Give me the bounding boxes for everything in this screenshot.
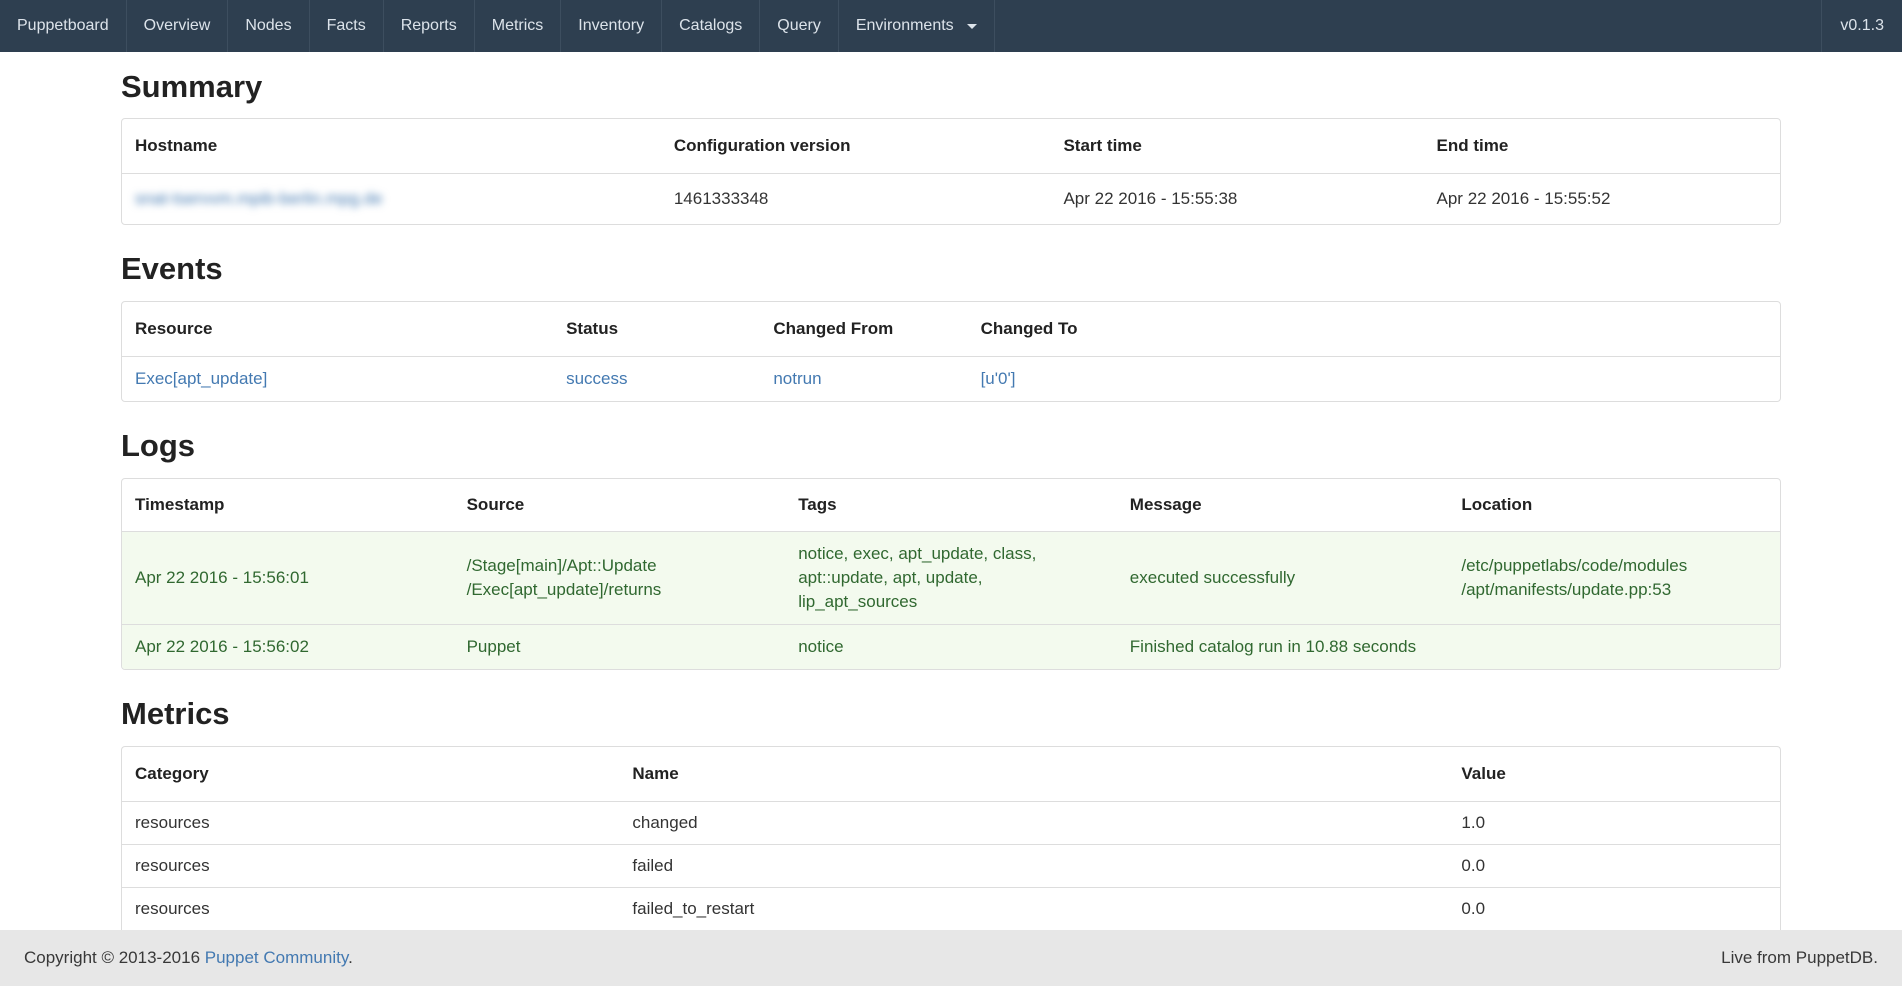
copyright-text: Copyright © 2013-2016: [24, 948, 205, 967]
event-changed-from-link[interactable]: notrun: [773, 369, 821, 388]
events-col-resource: Resource: [122, 302, 553, 357]
summary-col-config-version: Configuration version: [661, 119, 1051, 174]
metric-name: failed: [619, 845, 1448, 888]
log-timestamp: Apr 22 2016 - 15:56:01: [122, 532, 454, 625]
nav-item-environments-dropdown[interactable]: Environments: [839, 0, 995, 52]
event-row: Exec[apt_update] success notrun [u'0']: [122, 357, 1780, 402]
summary-col-end-time: End time: [1424, 119, 1780, 174]
nav-item-query[interactable]: Query: [760, 0, 839, 52]
logs-header-row: Timestamp Source Tags Message Location: [122, 479, 1780, 532]
log-row: Apr 22 2016 - 15:56:01 /Stage[main]/Apt:…: [122, 532, 1780, 625]
metric-category: resources: [122, 888, 619, 931]
logs-table-frame: Timestamp Source Tags Message Location A…: [121, 478, 1781, 670]
page-footer: Copyright © 2013-2016 Puppet Community. …: [0, 930, 1902, 986]
metric-value: 0.0: [1448, 888, 1780, 931]
log-tags: notice, exec, apt_update, class, apt::up…: [785, 532, 1117, 625]
hostname-link-redacted[interactable]: snat-tservvm.mpib-berlin.mpg.de: [135, 189, 383, 208]
metric-value: 1.0: [1448, 802, 1780, 845]
metric-row: resources failed_to_restart 0.0: [122, 888, 1780, 931]
metrics-heading: Metrics: [121, 696, 1781, 732]
logs-heading: Logs: [121, 428, 1781, 464]
log-message: executed successfully: [1117, 532, 1449, 625]
nav-item-overview[interactable]: Overview: [127, 0, 229, 52]
summary-table: Hostname Configuration version Start tim…: [122, 119, 1780, 224]
events-table: Resource Status Changed From Changed To …: [122, 302, 1780, 401]
event-status-link[interactable]: success: [566, 369, 627, 388]
summary-row: snat-tservvm.mpib-berlin.mpg.de 14613333…: [122, 174, 1780, 225]
summary-heading: Summary: [121, 69, 1781, 105]
log-location: [1448, 625, 1780, 670]
log-timestamp: Apr 22 2016 - 15:56:02: [122, 625, 454, 670]
config-version-value: 1461333348: [661, 174, 1051, 225]
nav-item-nodes[interactable]: Nodes: [228, 0, 309, 52]
events-table-frame: Resource Status Changed From Changed To …: [121, 301, 1781, 402]
caret-down-icon: [967, 24, 977, 29]
footer-status-text: Live from PuppetDB.: [1721, 948, 1878, 968]
logs-table: Timestamp Source Tags Message Location A…: [122, 479, 1780, 669]
metric-category: resources: [122, 802, 619, 845]
events-col-changed-to: Changed To: [968, 302, 1780, 357]
nav-item-metrics[interactable]: Metrics: [475, 0, 562, 52]
log-message: Finished catalog run in 10.88 seconds: [1117, 625, 1449, 670]
top-navbar: Puppetboard Overview Nodes Facts Reports…: [0, 0, 1902, 52]
metric-row: resources changed 1.0: [122, 802, 1780, 845]
nav-item-catalogs[interactable]: Catalogs: [662, 0, 760, 52]
logs-col-source: Source: [454, 479, 786, 532]
log-row: Apr 22 2016 - 15:56:02 Puppet notice Fin…: [122, 625, 1780, 670]
metric-category: resources: [122, 845, 619, 888]
footer-copyright: Copyright © 2013-2016 Puppet Community.: [24, 948, 353, 968]
start-time-value: Apr 22 2016 - 15:55:38: [1050, 174, 1423, 225]
summary-header-row: Hostname Configuration version Start tim…: [122, 119, 1780, 174]
log-source: /Stage[main]/Apt::Update /Exec[apt_updat…: [454, 532, 786, 625]
puppet-community-link[interactable]: Puppet Community: [205, 948, 348, 967]
metrics-col-name: Name: [619, 747, 1448, 802]
copyright-suffix: .: [348, 948, 353, 967]
metric-name: failed_to_restart: [619, 888, 1448, 931]
metrics-table-frame: Category Name Value resources changed 1.…: [121, 746, 1781, 940]
report-page: Summary Hostname Configuration version S…: [0, 69, 1902, 940]
summary-table-frame: Hostname Configuration version Start tim…: [121, 118, 1781, 225]
events-header-row: Resource Status Changed From Changed To: [122, 302, 1780, 357]
metric-value: 0.0: [1448, 845, 1780, 888]
metrics-col-value: Value: [1448, 747, 1780, 802]
nav-item-facts[interactable]: Facts: [310, 0, 384, 52]
summary-col-start-time: Start time: [1050, 119, 1423, 174]
app-version-badge: v0.1.3: [1821, 0, 1902, 52]
log-source: Puppet: [454, 625, 786, 670]
events-heading: Events: [121, 251, 1781, 287]
event-resource-link[interactable]: Exec[apt_update]: [135, 369, 267, 388]
metrics-table: Category Name Value resources changed 1.…: [122, 747, 1780, 930]
logs-col-message: Message: [1117, 479, 1449, 532]
metric-name: changed: [619, 802, 1448, 845]
nav-item-reports[interactable]: Reports: [384, 0, 475, 52]
log-location: /etc/puppetlabs/code/modules /apt/manife…: [1448, 532, 1780, 625]
logs-col-timestamp: Timestamp: [122, 479, 454, 532]
event-changed-to-link[interactable]: [u'0']: [981, 369, 1016, 388]
nav-item-inventory[interactable]: Inventory: [561, 0, 662, 52]
metrics-header-row: Category Name Value: [122, 747, 1780, 802]
log-tags: notice: [785, 625, 1117, 670]
navbar-spacer: [995, 0, 1822, 52]
navbar-brand[interactable]: Puppetboard: [0, 0, 127, 52]
logs-col-tags: Tags: [785, 479, 1117, 532]
summary-col-hostname: Hostname: [122, 119, 661, 174]
environments-label: Environments: [856, 17, 954, 35]
events-col-changed-from: Changed From: [760, 302, 967, 357]
events-col-status: Status: [553, 302, 760, 357]
metric-row: resources failed 0.0: [122, 845, 1780, 888]
end-time-value: Apr 22 2016 - 15:55:52: [1424, 174, 1780, 225]
logs-col-location: Location: [1448, 479, 1780, 532]
metrics-col-category: Category: [122, 747, 619, 802]
